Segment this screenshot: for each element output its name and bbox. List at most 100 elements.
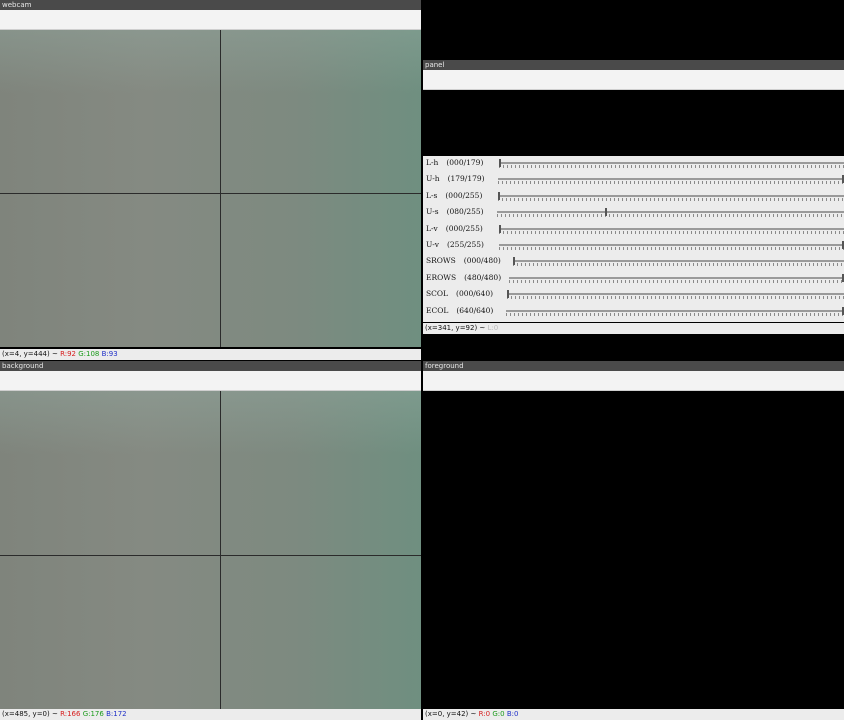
trackbar-row: U-s (080/255) bbox=[423, 205, 844, 221]
trackbar-value: (000/255) bbox=[445, 223, 483, 233]
trackbar-label: U-s (080/255) bbox=[426, 207, 484, 216]
trackbar-name: U-v bbox=[426, 240, 439, 249]
background-status-bar: (x=485, y=0) ~ R:166 G:176 B:172 bbox=[0, 709, 421, 720]
webcam-status-bar: (x=4, y=444) ~ R:92 G:108 B:93 bbox=[0, 349, 421, 360]
trackbar-ticks bbox=[507, 296, 844, 300]
trackbar-value: (000/480) bbox=[463, 256, 501, 266]
trackbar-value: (000/255) bbox=[445, 190, 483, 200]
foreground-status-green: G:0 bbox=[492, 710, 505, 718]
trackbar-row: SROWS (000/480) bbox=[423, 254, 844, 270]
panel-toolbar bbox=[423, 70, 844, 90]
background-grid-vertical-line bbox=[220, 391, 221, 709]
panel-image bbox=[423, 90, 844, 156]
trackbar-handle[interactable] bbox=[605, 208, 608, 217]
trackbar-label: SROWS (000/480) bbox=[426, 256, 501, 265]
webcam-grid-vertical-line bbox=[220, 30, 221, 347]
trackbar-slider[interactable] bbox=[497, 208, 844, 218]
trackbar-ticks bbox=[498, 181, 844, 185]
trackbar-value: (255/255) bbox=[446, 240, 484, 249]
trackbar-handle[interactable] bbox=[513, 257, 515, 266]
trackbar-handle[interactable] bbox=[507, 290, 509, 299]
foreground-status-coords: (x=0, y=42) ~ bbox=[425, 710, 477, 718]
trackbar-value: (080/255) bbox=[446, 207, 484, 217]
trackbar-handle[interactable] bbox=[499, 224, 501, 233]
trackbar-row: L-v (000/255) bbox=[423, 222, 844, 238]
foreground-toolbar bbox=[423, 371, 844, 391]
trackbar-ticks bbox=[497, 214, 844, 218]
webcam-status-green: G:108 bbox=[78, 350, 100, 358]
webcam-status-red: R:92 bbox=[60, 350, 76, 358]
background-status-red: R:166 bbox=[60, 710, 81, 718]
trackbar-rail bbox=[497, 211, 844, 214]
trackbar-rail bbox=[499, 162, 844, 164]
trackbar-name: L-s bbox=[426, 190, 438, 200]
trackbar-name: SCOL bbox=[426, 289, 449, 299]
background-status-blue: B:172 bbox=[106, 710, 127, 718]
trackbar-rail bbox=[513, 260, 844, 263]
trackbar-label: L-v (000/255) bbox=[426, 224, 483, 233]
trackbar-slider[interactable] bbox=[499, 159, 844, 168]
trackbar-value: (179/179) bbox=[447, 174, 485, 184]
trackbar-ticks bbox=[499, 165, 844, 168]
trackbar-rail bbox=[507, 293, 844, 296]
trackbar-slider[interactable] bbox=[498, 191, 844, 201]
trackbar-rail bbox=[498, 194, 844, 197]
trackbar-row: L-s (000/255) bbox=[423, 189, 844, 205]
trackbar-label: SCOL (000/640) bbox=[426, 289, 493, 298]
webcam-toolbar bbox=[0, 10, 421, 30]
trackbar-slider[interactable] bbox=[509, 273, 844, 283]
foreground-window: foreground (x=0, y=42) ~ R:0 G:0 B:0 bbox=[423, 361, 844, 720]
trackbar-label: L-s (000/255) bbox=[426, 191, 482, 200]
background-status-green: G:176 bbox=[82, 710, 104, 718]
trackbar-row: ECOL (640/640) bbox=[423, 304, 844, 320]
trackbar-label: L-h (000/179) bbox=[426, 158, 483, 167]
background-title: background bbox=[2, 362, 44, 370]
trackbar-name: L-v bbox=[426, 223, 438, 233]
trackbar-label: EROWS (480/480) bbox=[426, 273, 501, 282]
trackbar-value: (000/640) bbox=[456, 289, 494, 299]
trackbar-slider[interactable] bbox=[498, 175, 844, 185]
trackbar-slider[interactable] bbox=[507, 290, 844, 300]
trackbar-rail bbox=[509, 276, 844, 279]
trackbar-value: (000/179) bbox=[446, 158, 484, 167]
trackbar-label: ECOL (640/640) bbox=[426, 306, 493, 315]
trackbar-slider[interactable] bbox=[506, 306, 844, 316]
trackbar-name: EROWS bbox=[426, 272, 457, 282]
webcam-image[interactable] bbox=[0, 30, 421, 347]
trackbar-rail bbox=[499, 244, 844, 246]
trackbar-ticks bbox=[499, 230, 844, 234]
panel-trackbars: L-h (000/179) U-h (179/179) L-s (000/255) U-s (… bbox=[423, 156, 844, 322]
trackbar-handle[interactable] bbox=[498, 191, 500, 200]
trackbar-rail bbox=[499, 227, 844, 230]
panel-title-bar[interactable]: panel bbox=[423, 60, 844, 70]
panel-window: panel L-h (000/179) U-h (179/179) L-s (000/25… bbox=[423, 60, 844, 334]
trackbar-ticks bbox=[513, 263, 844, 267]
background-title-bar[interactable]: background bbox=[0, 361, 421, 371]
trackbar-ticks bbox=[506, 312, 844, 316]
trackbar-slider[interactable] bbox=[499, 224, 844, 234]
background-toolbar bbox=[0, 371, 421, 391]
background-window: background (x=485, y=0) ~ R:166 G:176 B:… bbox=[0, 361, 421, 720]
webcam-title-bar[interactable]: webcam bbox=[0, 0, 421, 10]
trackbar-row: U-h (179/179) bbox=[423, 172, 844, 188]
foreground-title-bar[interactable]: foreground bbox=[423, 361, 844, 371]
trackbar-ticks bbox=[509, 279, 844, 283]
trackbar-row: SCOL (000/640) bbox=[423, 287, 844, 303]
trackbar-name: U-h bbox=[426, 174, 440, 184]
foreground-image[interactable] bbox=[423, 391, 844, 709]
trackbar-label: U-v (255/255) bbox=[426, 240, 484, 249]
foreground-status-red: R:0 bbox=[478, 710, 491, 718]
trackbar-slider[interactable] bbox=[499, 241, 844, 250]
foreground-status-bar: (x=0, y=42) ~ R:0 G:0 B:0 bbox=[423, 709, 844, 720]
trackbar-value: (640/640) bbox=[456, 305, 494, 315]
webcam-window: webcam (x=4, y=444) ~ R:92 G:108 B:93 bbox=[0, 0, 421, 360]
trackbar-handle[interactable] bbox=[499, 159, 501, 167]
foreground-status-blue: B:0 bbox=[506, 710, 519, 718]
webcam-status-blue: B:93 bbox=[101, 350, 118, 358]
panel-title: panel bbox=[425, 61, 445, 69]
trackbar-ticks bbox=[499, 247, 844, 250]
trackbar-slider[interactable] bbox=[513, 257, 844, 267]
background-grid-horizontal-line bbox=[0, 555, 421, 556]
trackbar-row: EROWS (480/480) bbox=[423, 271, 844, 287]
background-image[interactable] bbox=[0, 391, 421, 709]
